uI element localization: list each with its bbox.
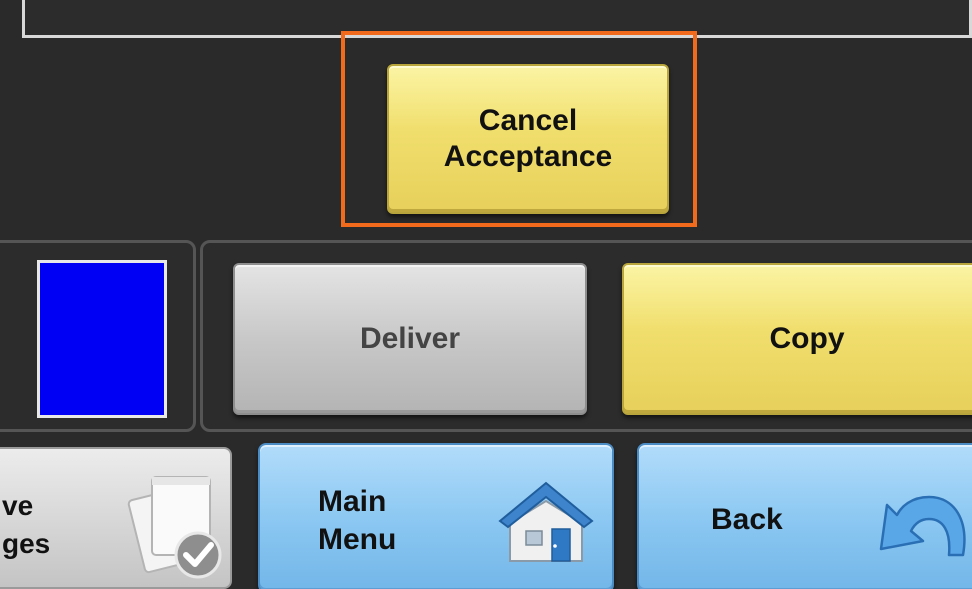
deliver-button[interactable]: Deliver	[233, 263, 587, 415]
cancel-acceptance-label-line1: Cancel	[478, 104, 578, 137]
cancel-acceptance-label-line2: Acceptance	[443, 140, 613, 173]
save-changes-label-line1: ve	[2, 490, 34, 521]
main-menu-label-line2: Menu	[318, 523, 397, 556]
home-icon	[498, 481, 594, 562]
screen: Cancel Acceptance Deliver Copy ve ges Ma…	[0, 0, 972, 589]
back-label: Back	[711, 503, 783, 536]
status-color-swatch	[37, 260, 167, 418]
cancel-acceptance-button[interactable]: Cancel Acceptance	[387, 64, 669, 214]
back-arrow-icon	[879, 495, 966, 557]
document-check-icon	[127, 476, 222, 579]
copy-label: Copy	[769, 322, 845, 355]
save-changes-label-line2: ges	[2, 528, 51, 559]
main-menu-label: Main Menu	[318, 483, 396, 559]
main-menu-label-line1: Main	[318, 485, 387, 518]
copy-button[interactable]: Copy	[622, 263, 972, 415]
save-changes-label: ve ges	[2, 487, 50, 563]
deliver-label: Deliver	[359, 322, 461, 355]
main-menu-button[interactable]: Main Menu	[258, 443, 614, 589]
back-button[interactable]: Back	[637, 443, 972, 589]
save-changes-button[interactable]: ve ges	[0, 447, 232, 589]
